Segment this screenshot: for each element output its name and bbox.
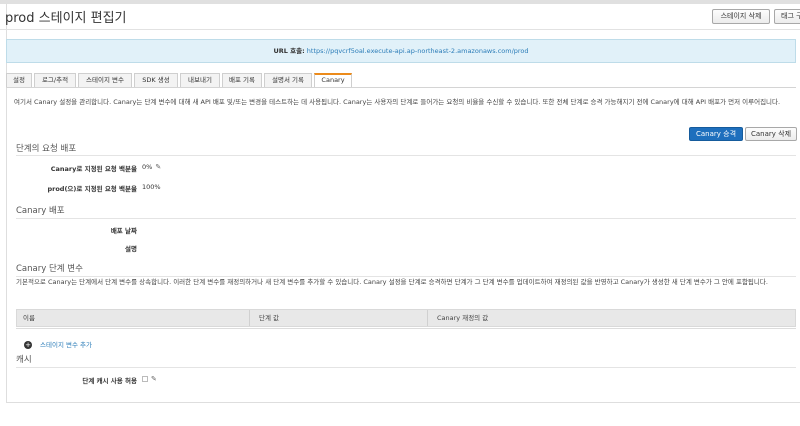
tab-sdk-generation[interactable]: SDK 생성 xyxy=(134,73,178,87)
column-stage-value: 단계 값 xyxy=(259,314,280,322)
column-name: 이름 xyxy=(23,314,35,322)
promote-canary-button[interactable]: Canary 승격 xyxy=(689,127,743,141)
tab-export[interactable]: 내보내기 xyxy=(180,73,220,87)
prod-percent-label: prod(으)로 지정된 요청 백분율 xyxy=(47,185,137,193)
tab-logs-tracing[interactable]: 로그/추적 xyxy=(34,73,76,87)
deployment-description-label: 설명 xyxy=(125,245,137,253)
deployment-heading: Canary 배포 xyxy=(16,206,65,216)
tab-canary[interactable]: Canary xyxy=(314,73,352,88)
stage-vars-table-header: 이름 단계 값 Canary 재정의 값 xyxy=(16,309,796,327)
header-divider xyxy=(0,29,800,30)
distribution-divider xyxy=(16,155,796,156)
tabs-divider xyxy=(6,87,796,88)
page-title: prod 스테이지 편집기 xyxy=(5,11,127,26)
enable-cache-checkbox[interactable] xyxy=(142,376,148,382)
stage-vars-divider xyxy=(16,276,796,277)
column-divider xyxy=(249,310,250,326)
prod-percent-value: 100% xyxy=(142,183,161,191)
invoke-url-link[interactable]: https://pqvcrf5oal.execute-api.ap-northe… xyxy=(307,47,529,55)
column-canary-override: Canary 재정의 값 xyxy=(437,314,489,322)
pencil-icon[interactable]: ✎ xyxy=(151,375,157,383)
enable-cache-label: 단계 캐시 사용 허용 xyxy=(82,377,137,385)
table-bottom-border xyxy=(16,328,796,329)
stage-vars-description: 기본적으로 Canary는 단계에서 단계 변수를 상속합니다. 이러한 단계 … xyxy=(16,278,768,286)
canary-description: 여기서 Canary 설정을 관리합니다. Canary는 단계 변수에 대해 … xyxy=(14,98,781,106)
column-divider xyxy=(427,310,428,326)
add-stage-variable-label: 스테이지 변수 추가 xyxy=(40,341,92,349)
tab-settings[interactable]: 설정 xyxy=(6,73,32,87)
add-stage-variable-button[interactable]: + 스테이지 변수 추가 xyxy=(24,339,92,349)
canary-percent-text: 0% xyxy=(142,163,153,171)
cache-heading: 캐시 xyxy=(16,355,32,365)
distribution-heading: 단계의 요청 배포 xyxy=(16,144,77,154)
content-frame xyxy=(6,4,800,403)
canary-percent-value: 0% ✎ xyxy=(142,163,161,171)
deployment-date-label: 배포 날짜 xyxy=(110,227,137,235)
canary-percent-label: Canary로 지정된 요청 백분율 xyxy=(50,165,137,173)
invoke-url-label: URL 호출: xyxy=(273,47,305,55)
stage-vars-heading: Canary 단계 변수 xyxy=(16,264,83,274)
tag-button[interactable]: 태그 구 xyxy=(774,9,800,24)
invoke-url-banner: URL 호출: https://pqvcrf5oal.execute-api.a… xyxy=(6,39,796,63)
pencil-icon[interactable]: ✎ xyxy=(155,163,161,171)
cache-divider xyxy=(16,367,796,368)
enable-cache-control: ✎ xyxy=(138,375,157,383)
delete-canary-button[interactable]: Canary 삭제 xyxy=(745,127,797,141)
tab-stage-variables[interactable]: 스테이지 변수 xyxy=(78,73,132,87)
tab-documentation-history[interactable]: 설명서 기록 xyxy=(264,73,312,87)
delete-stage-button[interactable]: 스테이지 삭제 xyxy=(712,9,770,24)
plus-circle-icon: + xyxy=(24,341,32,349)
deployment-divider xyxy=(16,218,796,219)
tab-deployment-history[interactable]: 배포 기록 xyxy=(222,73,262,87)
